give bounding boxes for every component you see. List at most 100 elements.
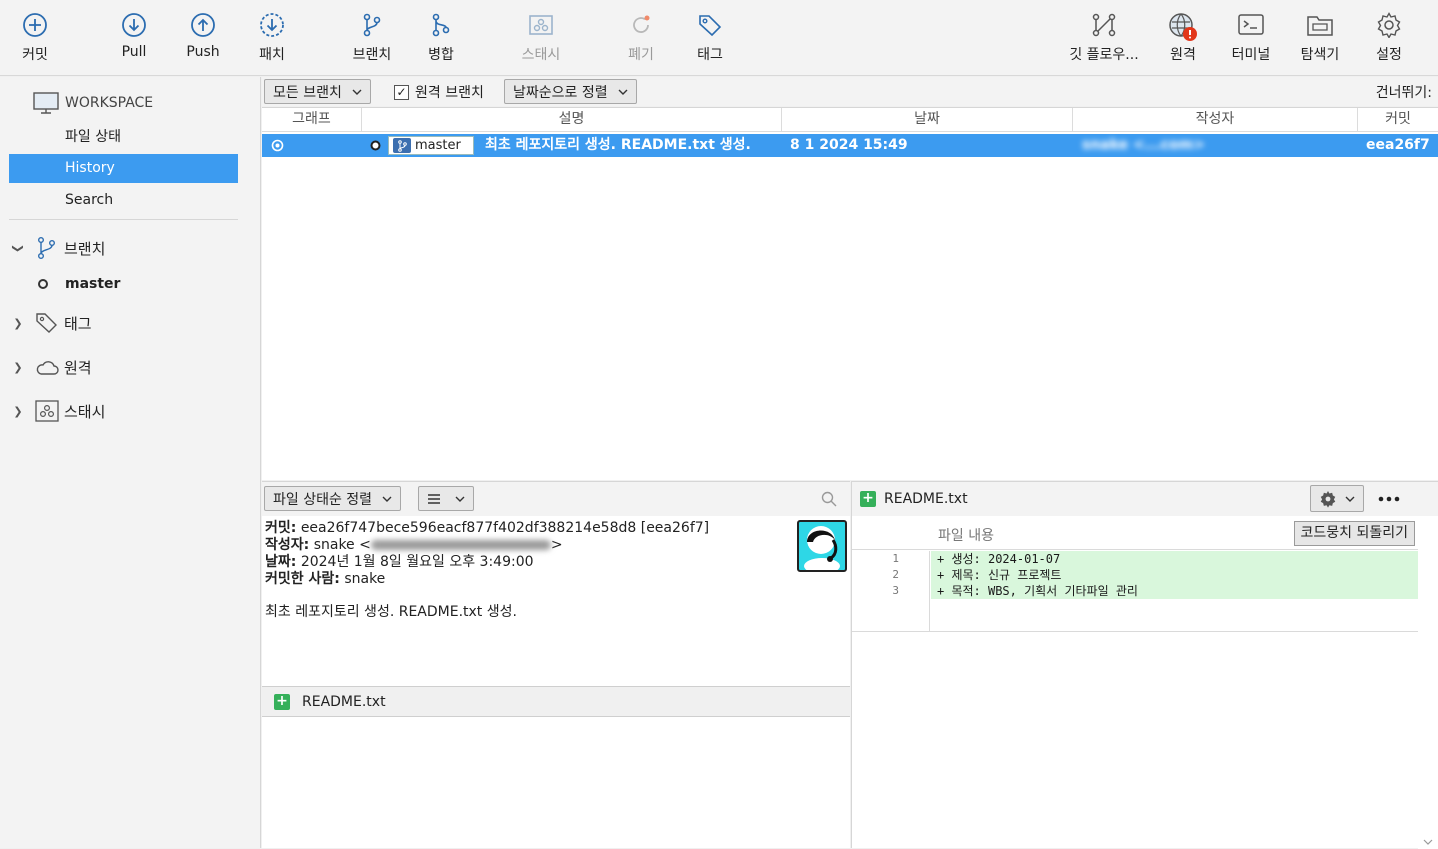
branch-tag-master[interactable]: master <box>388 136 474 155</box>
column-commit[interactable]: 커밋 <box>1358 108 1438 132</box>
folder-icon <box>1307 16 1333 36</box>
gitflow-label: 깃 플로우... <box>1069 47 1139 63</box>
avatar <box>797 520 847 572</box>
sort-dropdown[interactable]: 날짜순으로 정렬 <box>504 79 637 104</box>
commit-node-icon <box>271 139 284 152</box>
commit-detail-pane: 파일 상태순 정렬 커밋: eea26f747bece596eacf877f40… <box>262 481 850 848</box>
sidebar-group-stashes[interactable]: ❯ 스태시 <box>10 398 105 424</box>
sidebar-item-history[interactable]: History <box>9 154 238 183</box>
search-icon[interactable] <box>821 491 837 507</box>
jump-to-label[interactable]: 건너뛰기: <box>1376 82 1432 102</box>
gitflow-button[interactable]: 깃 플로우... <box>1063 8 1145 70</box>
commit-date: 8 1 2024 15:49 <box>790 137 908 153</box>
sidebar-item-label: Search <box>65 192 114 208</box>
chevron-down-icon <box>352 89 362 95</box>
column-description[interactable]: 설명 <box>362 108 782 132</box>
settings-button[interactable]: 설정 <box>1354 8 1424 70</box>
commit-button[interactable]: 커밋 <box>0 8 70 70</box>
chevron-right-icon[interactable]: ❯ <box>10 361 26 374</box>
remote-branches-checkbox[interactable]: ✓ 원격 브랜치 <box>394 82 484 102</box>
sort-label: 날짜순으로 정렬 <box>513 84 608 101</box>
chevron-right-icon[interactable]: ❯ <box>10 405 26 418</box>
date-line: 날짜: 2024년 1월 8일 월요일 오후 3:49:00 <box>265 554 709 571</box>
terminal-button[interactable]: 터미널 <box>1216 8 1286 70</box>
commit-label: 커밋 <box>22 47 48 63</box>
chevron-down-icon[interactable]: ❯ <box>12 240 25 256</box>
sidebar-group-branches[interactable]: ❯ 브랜치 <box>10 235 105 261</box>
date-label: 날짜: <box>265 554 297 570</box>
chevron-down-icon[interactable] <box>1423 839 1433 845</box>
changed-file-row[interactable]: + README.txt <box>262 686 850 717</box>
branch-name: master <box>65 276 121 292</box>
explorer-label: 탐색기 <box>1300 47 1340 63</box>
diff-options-dropdown[interactable] <box>1310 485 1364 512</box>
git-flow-icon <box>1092 13 1116 37</box>
sidebar-item-file-status[interactable]: 파일 상태 <box>9 123 238 152</box>
pull-button[interactable]: Pull <box>99 8 169 70</box>
commit-hash: eea26f7 <box>1366 137 1430 153</box>
history-table: 그래프 설명 날짜 작성자 커밋 master 최초 레포지토리 생성. REA… <box>262 107 1438 480</box>
chevron-right-icon[interactable]: ❯ <box>10 317 26 330</box>
stash-icon <box>529 15 553 35</box>
diff-file-name: README.txt <box>884 491 968 507</box>
merge-label: 병합 <box>428 47 454 63</box>
branch-filter-label: 모든 브랜치 <box>273 84 342 101</box>
view-mode-dropdown[interactable] <box>418 486 474 511</box>
sidebar-item-label: 파일 상태 <box>65 129 121 145</box>
sidebar-group-remotes[interactable]: ❯ 원격 <box>10 354 91 380</box>
branch-button[interactable]: 브랜치 <box>337 8 407 70</box>
file-sort-dropdown[interactable]: 파일 상태순 정렬 <box>264 486 402 511</box>
discard-button[interactable]: 폐기 <box>606 8 676 70</box>
explorer-button[interactable]: 탐색기 <box>1285 8 1355 70</box>
author-label: 작성자: <box>265 537 310 553</box>
added-line: + 제목: 신규 프로젝트 <box>931 567 1418 583</box>
author-line: 작성자: snake < > <box>265 537 709 554</box>
column-date[interactable]: 날짜 <box>782 108 1073 132</box>
table-row[interactable]: master 최초 레포지토리 생성. README.txt 생성. 8 1 2… <box>262 134 1438 157</box>
detail-toolbar: 파일 상태순 정렬 <box>262 482 850 516</box>
tag-label: 태그 <box>697 47 723 63</box>
gear-icon <box>1377 12 1401 38</box>
checkmark-icon[interactable]: ✓ <box>394 84 409 100</box>
sidebar-divider <box>9 219 238 220</box>
diff-scrollbar[interactable] <box>1418 517 1438 849</box>
committer-line: 커밋한 사람: snake <box>265 571 709 588</box>
merge-icon <box>432 13 450 37</box>
gear-icon <box>1320 490 1336 508</box>
workspace-header: WORKSPACE <box>33 92 153 114</box>
diff-lines: + 생성: 2024-01-07 + 제목: 신규 프로젝트 + 목적: WBS… <box>931 551 1418 599</box>
revert-hunk-button[interactable]: 코드뭉치 되돌리기 <box>1293 521 1415 546</box>
cloud-icon <box>34 355 60 379</box>
column-graph[interactable]: 그래프 <box>262 108 362 132</box>
diff-toolbar: + README.txt <box>852 482 1438 516</box>
branch-label: 브랜치 <box>352 47 392 63</box>
remote-button[interactable]: 원격 <box>1148 8 1218 70</box>
sidebar-group-tags[interactable]: ❯ 태그 <box>10 310 92 336</box>
date-value: 2024년 1월 8일 월요일 오후 3:49:00 <box>300 554 534 570</box>
plus-circle-icon <box>23 13 47 37</box>
commit-id-line: 커밋: eea26f747bece596eacf877f402df388214e… <box>265 520 709 537</box>
settings-label: 설정 <box>1376 47 1402 63</box>
added-line: + 목적: WBS, 기획서 기타파일 관리 <box>931 583 1418 599</box>
arrow-down-circle-icon <box>122 13 146 37</box>
committer-label: 커밋한 사람: <box>265 571 340 587</box>
sidebar-item-branch-master[interactable]: master <box>38 274 120 294</box>
committer-value: snake <box>344 571 386 587</box>
tag-button[interactable]: 태그 <box>675 8 745 70</box>
column-author[interactable]: 작성자 <box>1073 108 1358 132</box>
stash-button[interactable]: 스태시 <box>506 8 576 70</box>
author-value: snake < <box>313 537 371 553</box>
push-label: Push <box>186 44 220 60</box>
hunk-header: 파일 내용 코드뭉치 되돌리기 <box>852 517 1418 550</box>
more-icon[interactable] <box>1378 496 1400 502</box>
file-sort-label: 파일 상태순 정렬 <box>273 491 373 508</box>
patch-button[interactable]: 패치 <box>237 8 307 70</box>
sidebar-item-search[interactable]: Search <box>9 186 238 215</box>
monitor-icon <box>33 92 59 114</box>
push-button[interactable]: Push <box>168 8 238 70</box>
pull-label: Pull <box>121 44 147 60</box>
merge-button[interactable]: 병합 <box>406 8 476 70</box>
tag-icon <box>699 15 722 37</box>
branch-filter-dropdown[interactable]: 모든 브랜치 <box>264 79 371 104</box>
remote-label: 원격 <box>1170 47 1196 63</box>
